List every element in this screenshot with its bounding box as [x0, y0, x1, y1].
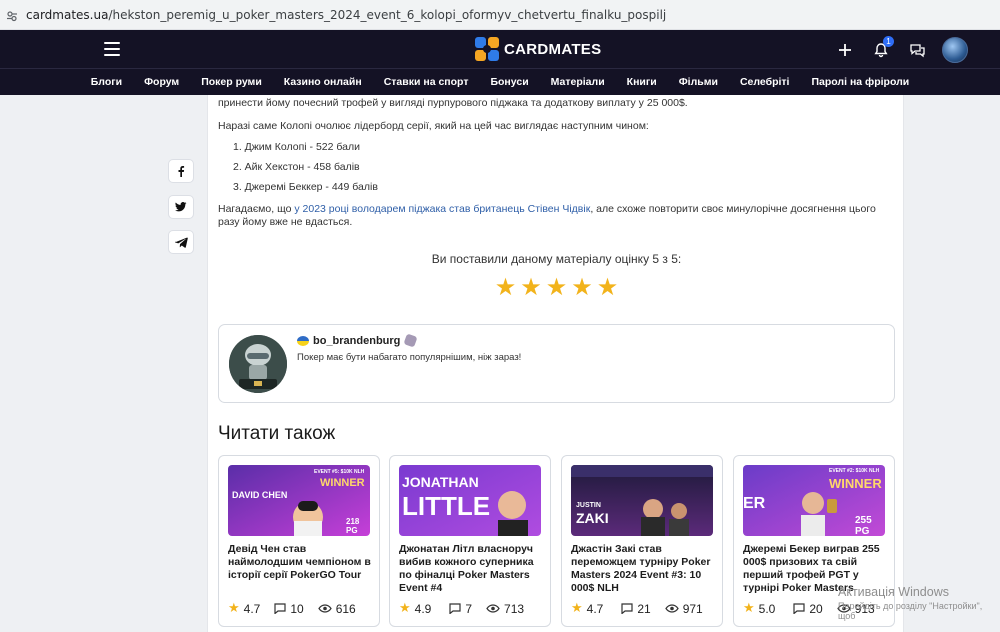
star-icon[interactable]: ★	[546, 275, 568, 299]
url-path: /hekston_peremig_u_poker_masters_2024_ev…	[108, 7, 667, 22]
url-host: cardmates.ua	[26, 7, 109, 22]
card-stats: ★ 4.9 7 713	[399, 601, 549, 616]
rating-stars[interactable]: ★ ★ ★ ★ ★	[208, 275, 905, 299]
menu-item-forum[interactable]: Форум	[133, 76, 190, 88]
list-item: 1. Джим Колопі - 522 бали	[233, 141, 361, 153]
menu-item-poker-rooms[interactable]: Покер руми	[190, 76, 273, 88]
related-article-card[interactable]: DAVID CHEN EVENT #5: $10K NLH WINNER 218…	[218, 455, 380, 627]
card-comments: 21	[637, 601, 651, 616]
article-paragraph: Нагадаємо, що у 2023 році володарем підж…	[218, 203, 876, 228]
article-paragraph: Наразі саме Колопі очолює лідерборд сері…	[218, 120, 649, 132]
comment-icon	[793, 603, 805, 614]
article-link[interactable]: у 2023 році володарем піджака став брита…	[294, 203, 590, 215]
commenter-username[interactable]: bo_brandenburg	[313, 335, 400, 347]
logo-text: CARDMATES	[504, 40, 602, 58]
rating-star-icon: ★	[571, 601, 583, 616]
menu-item-sports-betting[interactable]: Ставки на спорт	[373, 76, 480, 88]
site-settings-icon[interactable]	[6, 9, 18, 21]
main-menu: Блоги Форум Покер руми Казино онлайн Ста…	[0, 68, 1000, 95]
card-rating: 4.9	[414, 601, 432, 616]
menu-item-freeroll-passwords[interactable]: Паролі на фріроли	[800, 76, 920, 88]
cardmates-logo-icon	[475, 37, 499, 61]
menu-item-casino[interactable]: Казино онлайн	[273, 76, 373, 88]
notification-count-badge: 1	[883, 36, 894, 47]
card-views: 971	[682, 601, 703, 616]
card-title[interactable]: Девід Чен став наймолодшим чемпіоном в і…	[228, 543, 374, 582]
article-thumbnail[interactable]: JUSTIN ZAKI	[571, 465, 713, 536]
menu-item-blogs[interactable]: Блоги	[80, 76, 133, 88]
views-eye-icon	[317, 604, 332, 613]
article-paragraph: принести йому почесний трофей у вигляді …	[218, 97, 688, 109]
menu-item-bonuses[interactable]: Бонуси	[479, 76, 539, 88]
menu-item-books[interactable]: Книги	[616, 76, 668, 88]
menu-item-materials[interactable]: Матеріали	[540, 76, 616, 88]
list-item: 3. Джеремі Беккер - 449 балів	[233, 181, 378, 193]
article-thumbnail[interactable]: ER EVENT #2: $10K NLH WINNER 255 PG	[743, 465, 885, 536]
user-avatar[interactable]	[942, 37, 968, 63]
leaderboard-list: 1. Джим Колопі - 522 бали 2. Айк Хекстон…	[233, 141, 378, 201]
star-icon[interactable]: ★	[571, 275, 593, 299]
comment-text: Покер має бути набагато популярнішим, ні…	[297, 352, 522, 363]
views-eye-icon	[664, 604, 679, 613]
telegram-icon	[174, 237, 188, 248]
related-article-card[interactable]: JONATHAN LITTLE Джонатан Літл власноруч …	[389, 455, 551, 627]
card-comments: 10	[290, 601, 304, 616]
card-stats: ★ 4.7 10 616	[228, 601, 378, 616]
menu-hamburger-icon[interactable]	[104, 42, 120, 56]
windows-activation-hint: Перейдіть до розділу "Настройки", щоб	[838, 601, 983, 621]
user-rank-badge-icon	[403, 333, 418, 348]
card-comments: 20	[809, 601, 823, 616]
card-stats: ★ 4.7 21 971	[571, 601, 721, 616]
menu-item-movies[interactable]: Фільми	[668, 76, 729, 88]
read-also-heading: Читати також	[218, 423, 336, 444]
site-header: CARDMATES 1	[0, 30, 1000, 68]
share-twitter-button[interactable]	[168, 195, 194, 219]
comment-icon	[449, 603, 461, 614]
rating-star-icon: ★	[399, 601, 411, 616]
views-eye-icon	[486, 604, 500, 613]
card-views: 713	[504, 601, 525, 616]
ukraine-flag-icon	[297, 336, 309, 346]
card-title[interactable]: Джастін Закі став переможцем турніру Pok…	[571, 543, 717, 595]
article-content: принести йому почесний трофей у вигляді …	[207, 95, 904, 632]
header-actions: 1	[834, 36, 968, 63]
comment-icon	[274, 603, 286, 614]
card-title[interactable]: Джонатан Літл власноруч вибив кожного су…	[399, 543, 545, 595]
related-article-card[interactable]: JUSTIN ZAKI Джастін Закі став переможцем…	[561, 455, 723, 627]
card-rating: 5.0	[758, 601, 776, 616]
star-icon[interactable]: ★	[495, 275, 517, 299]
rating-text: Ви поставили даному матеріалу оцінку 5 з…	[431, 252, 682, 266]
card-comments: 7	[465, 601, 473, 616]
add-plus-icon[interactable]	[834, 39, 856, 61]
notifications-bell-icon[interactable]: 1	[870, 36, 894, 61]
rating-star-icon: ★	[228, 601, 240, 616]
card-views: 616	[335, 601, 356, 616]
twitter-icon	[175, 202, 187, 212]
star-icon[interactable]: ★	[520, 275, 542, 299]
star-icon[interactable]: ★	[597, 275, 619, 299]
share-telegram-button[interactable]	[168, 230, 194, 254]
comment-card: bo_brandenburg Покер має бути набагато п…	[218, 324, 895, 403]
menu-item-celebrities[interactable]: Селебріті	[729, 76, 801, 88]
url-text[interactable]: cardmates.ua/hekston_peremig_u_poker_mas…	[26, 8, 666, 22]
card-rating: 4.7	[243, 601, 261, 616]
commenter-avatar[interactable]	[229, 335, 287, 393]
comment-icon	[621, 603, 633, 614]
rating-star-icon: ★	[743, 601, 755, 616]
windows-activation-watermark: Активація Windows	[838, 585, 949, 599]
browser-address-bar[interactable]: cardmates.ua/hekston_peremig_u_poker_mas…	[0, 0, 1000, 30]
article-thumbnail[interactable]: JONATHAN LITTLE	[399, 465, 541, 536]
share-facebook-button[interactable]	[168, 159, 194, 183]
site-logo[interactable]: CARDMATES	[474, 36, 601, 62]
article-thumbnail[interactable]: DAVID CHEN EVENT #5: $10K NLH WINNER 218…	[228, 465, 370, 536]
facebook-icon	[178, 166, 185, 177]
messages-chat-icon[interactable]	[906, 39, 928, 61]
card-rating: 4.7	[586, 601, 604, 616]
list-item: 2. Айк Хекстон - 458 балів	[233, 161, 360, 173]
